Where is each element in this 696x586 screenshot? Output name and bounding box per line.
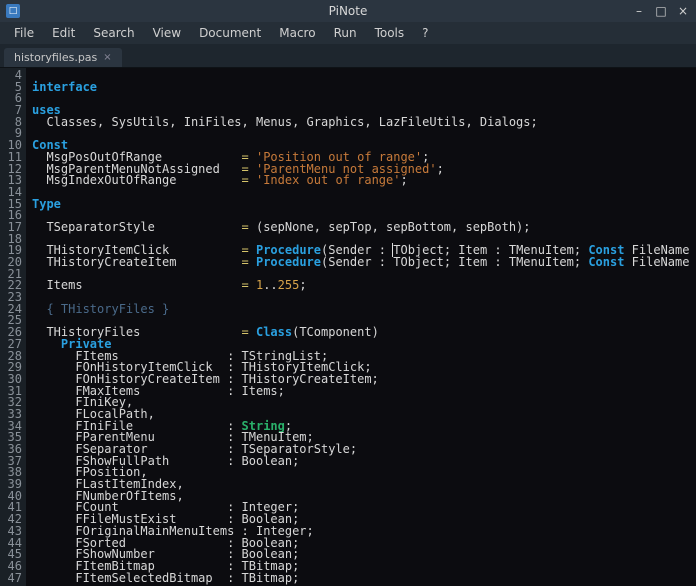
- code-token: TSeparatorStyle: [32, 220, 242, 234]
- code-line[interactable]: MsgIndexOutOfRange = 'Index out of range…: [32, 175, 696, 187]
- close-button[interactable]: ×: [676, 4, 690, 18]
- code-line[interactable]: TSeparatorStyle = (sepNone, sepTop, sepB…: [32, 222, 696, 234]
- menu-item-view[interactable]: View: [145, 24, 189, 42]
- code-token: { THistoryFiles }: [32, 302, 169, 316]
- code-token: MsgIndexOutOfRange: [32, 173, 242, 187]
- code-line[interactable]: [32, 93, 696, 105]
- code-token: ;: [400, 173, 407, 187]
- code-token: interface: [32, 80, 97, 94]
- code-token: FItemSelectedBitmap : TBitmap;: [32, 571, 299, 585]
- menu-item-tools[interactable]: Tools: [367, 24, 413, 42]
- code-token: (TComponent): [292, 325, 379, 339]
- code-line[interactable]: [32, 70, 696, 82]
- code-editor[interactable]: 4567891011121314151617181920212223242526…: [0, 68, 696, 586]
- code-token: =: [242, 278, 256, 292]
- code-line[interactable]: Items = 1..255;: [32, 280, 696, 292]
- menu-item-run[interactable]: Run: [326, 24, 365, 42]
- code-token: (Sender : TObject; Item : TMenuItem;: [321, 255, 588, 269]
- menu-item-[interactable]: ?: [414, 24, 436, 42]
- tab-close-icon[interactable]: ×: [103, 52, 111, 63]
- code-token: Classes, SysUtils, IniFiles, Menus, Grap…: [32, 115, 538, 129]
- app-icon: □: [6, 4, 20, 18]
- code-token: (sepNone, sepTop, sepBottom, sepBoth);: [256, 220, 531, 234]
- line-gutter: 4567891011121314151617181920212223242526…: [0, 68, 26, 586]
- code-line[interactable]: Type: [32, 199, 696, 211]
- code-token: FileName :: [624, 255, 696, 269]
- code-line[interactable]: Classes, SysUtils, IniFiles, Menus, Grap…: [32, 117, 696, 129]
- code-token: Items: [32, 278, 242, 292]
- titlebar: □ PiNote – □ ×: [0, 0, 696, 22]
- menubar: FileEditSearchViewDocumentMacroRunTools?: [0, 22, 696, 44]
- code-token: Type: [32, 197, 61, 211]
- code-token: 255: [278, 278, 300, 292]
- code-line[interactable]: [32, 128, 696, 140]
- code-token: =: [242, 173, 256, 187]
- menu-item-search[interactable]: Search: [85, 24, 142, 42]
- code-token: THistoryCreateItem: [32, 255, 242, 269]
- code-token: =: [242, 220, 256, 234]
- tab-label: historyfiles.pas: [14, 51, 97, 64]
- code-token: =: [242, 255, 256, 269]
- code-token: Class: [256, 325, 292, 339]
- menu-item-document[interactable]: Document: [191, 24, 269, 42]
- minimize-button[interactable]: –: [632, 4, 646, 18]
- code-line[interactable]: interface: [32, 82, 696, 94]
- code-line[interactable]: THistoryFiles = Class(TComponent): [32, 327, 696, 339]
- line-number: 47: [0, 573, 22, 585]
- tabbar: historyfiles.pas ×: [0, 44, 696, 68]
- tab-historyfiles-pas[interactable]: historyfiles.pas ×: [4, 48, 122, 67]
- window-controls: – □ ×: [632, 4, 690, 18]
- code-area[interactable]: interfaceuses Classes, SysUtils, IniFile…: [26, 68, 696, 586]
- code-token: ;: [299, 278, 306, 292]
- code-line[interactable]: { THistoryFiles }: [32, 304, 696, 316]
- code-token: Const: [588, 255, 624, 269]
- maximize-button[interactable]: □: [654, 4, 668, 18]
- code-line[interactable]: [32, 187, 696, 199]
- menu-item-edit[interactable]: Edit: [44, 24, 83, 42]
- code-line[interactable]: FItemSelectedBitmap : TBitmap;: [32, 573, 696, 585]
- code-token: Procedure: [256, 255, 321, 269]
- menu-item-macro[interactable]: Macro: [271, 24, 323, 42]
- code-token: 'Index out of range': [256, 173, 401, 187]
- code-token: =: [242, 325, 256, 339]
- code-line[interactable]: THistoryCreateItem = Procedure(Sender : …: [32, 257, 696, 269]
- window-title: PiNote: [0, 4, 696, 18]
- code-token: ;: [437, 162, 444, 176]
- code-token: ..: [263, 278, 277, 292]
- menu-item-file[interactable]: File: [6, 24, 42, 42]
